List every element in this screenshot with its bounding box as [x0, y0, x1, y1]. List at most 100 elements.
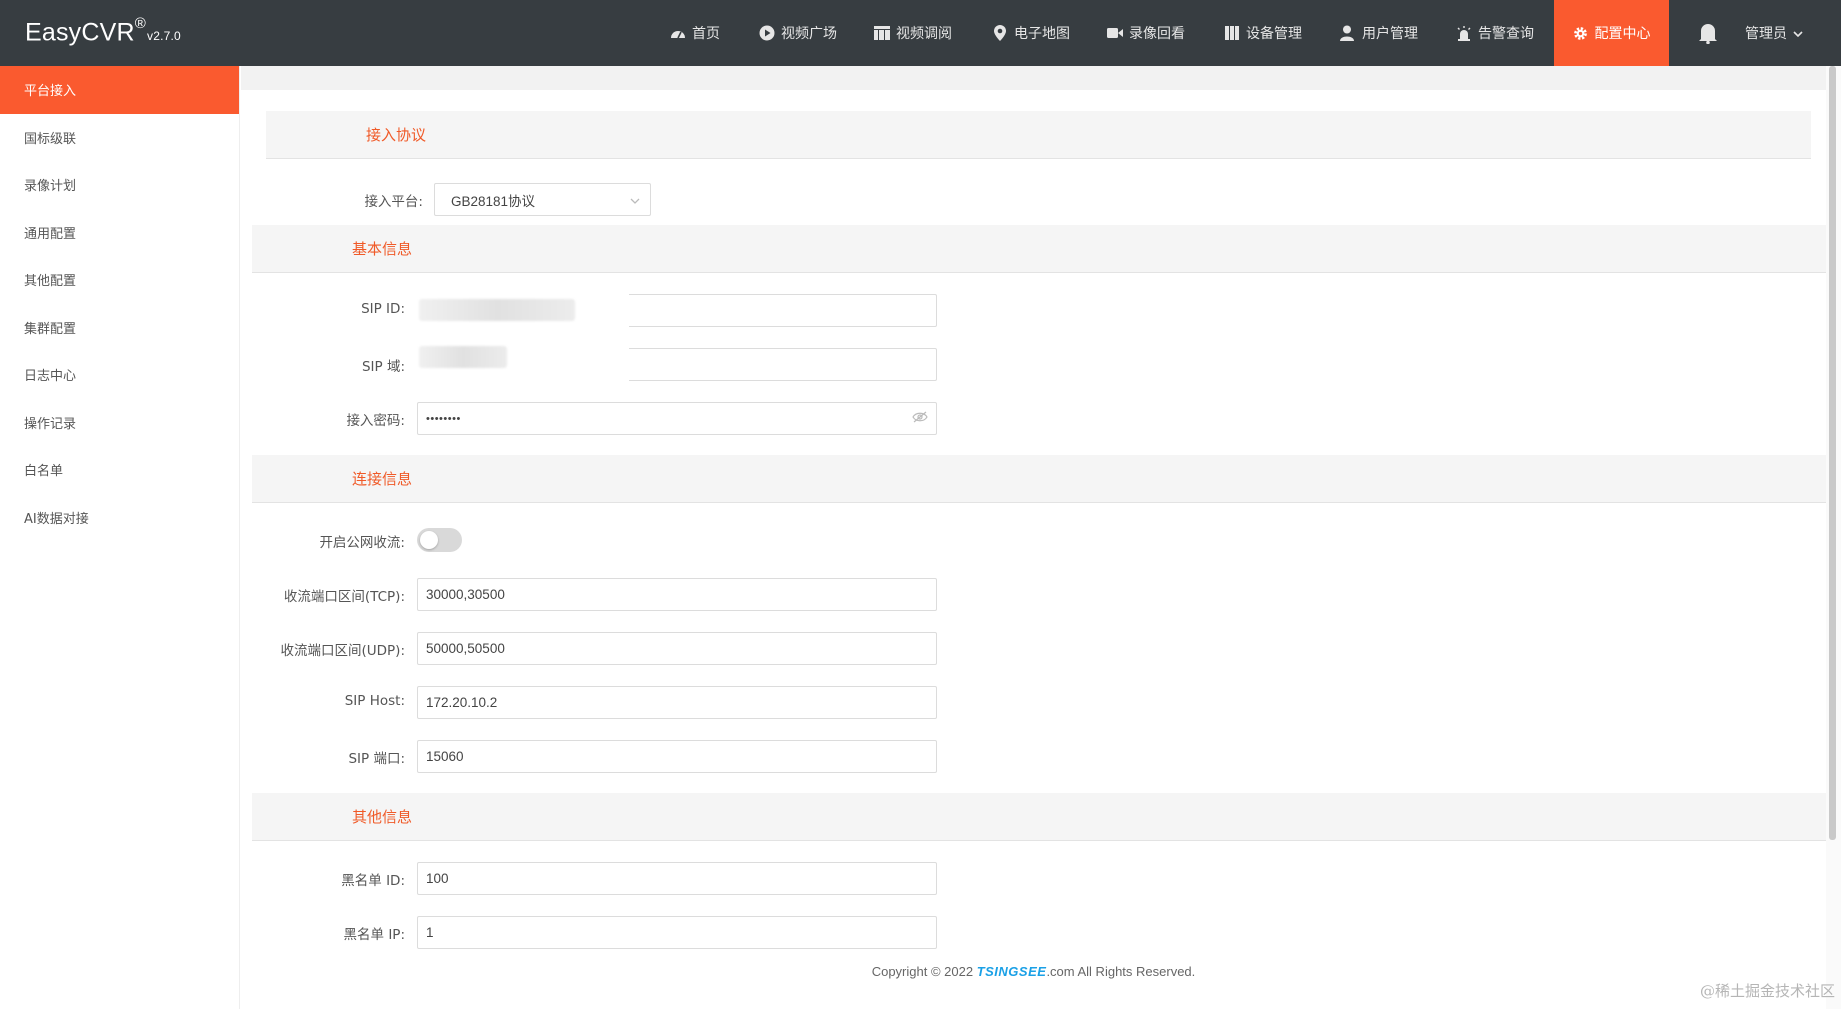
- sip-port-value: 15060: [426, 749, 464, 764]
- grid-icon: [874, 25, 890, 41]
- sidebar-item-platform-access[interactable]: 平台接入: [0, 66, 239, 114]
- sidebar-item-label: 国标级联: [24, 131, 77, 147]
- tcp-range-value: 30000,30500: [426, 587, 505, 602]
- sidebar-item-cluster-config[interactable]: 集群配置: [0, 304, 239, 352]
- nav-config-center[interactable]: 配置中心: [1554, 0, 1669, 66]
- sidebar-item-log-center[interactable]: 日志中心: [0, 351, 239, 399]
- sidebar-item-general-config[interactable]: 通用配置: [0, 209, 239, 257]
- footer-brand-logo[interactable]: TSINGSEE: [977, 964, 1047, 979]
- play-icon: [759, 25, 775, 41]
- redacted-value: [419, 346, 507, 368]
- blacklist-id-label: 黑名单 ID:: [341, 873, 405, 889]
- sidebar-item-operation-log[interactable]: 操作记录: [0, 399, 239, 447]
- sidebar-item-whitelist[interactable]: 白名单: [0, 446, 239, 494]
- sidebar-item-recording-plan[interactable]: 录像计划: [0, 161, 239, 209]
- nav-map-label: 电子地图: [1014, 26, 1070, 42]
- platform-value: GB28181协议: [451, 193, 536, 209]
- sidebar-item-ai-data[interactable]: AI数据对接: [0, 494, 239, 542]
- user-menu[interactable]: 管理员: [1745, 0, 1803, 66]
- app-logo[interactable]: EasyCVR®v2.7.0: [25, 15, 181, 47]
- sip-port-input[interactable]: 15060: [417, 740, 937, 773]
- platform-label: 接入平台:: [364, 194, 423, 210]
- nav-alarm-query-label: 告警查询: [1478, 26, 1534, 42]
- section-title: 其他信息: [352, 808, 413, 826]
- nav-video-square-label: 视频广场: [781, 26, 837, 42]
- footer: Copyright © 2022 TSINGSEE.com All Rights…: [241, 964, 1826, 979]
- registered-mark: ®: [134, 15, 147, 32]
- footer-rights: .com All Rights Reserved.: [1046, 964, 1196, 979]
- sidebar-item-label: 其他配置: [24, 274, 77, 290]
- sip-port-label: SIP 端口:: [348, 751, 405, 767]
- alarm-icon: [1456, 25, 1472, 41]
- eye-off-icon[interactable]: [912, 411, 928, 426]
- chevron-down-icon: [630, 192, 640, 207]
- section-title: 接入协议: [366, 126, 427, 144]
- top-navbar: EasyCVR®v2.7.0 首页 视频广场 视频调阅 电子地图 录像回看 设备…: [0, 0, 1841, 66]
- password-value: ••••••••: [426, 412, 461, 425]
- sidebar-item-label: 集群配置: [24, 321, 77, 337]
- blacklist-ip-input[interactable]: 1: [417, 916, 937, 949]
- gear-icon: [1573, 25, 1589, 41]
- sidebar-item-label: 操作记录: [24, 416, 77, 432]
- nav-video-square[interactable]: 视频广场: [759, 0, 837, 66]
- redacted-value: [419, 299, 575, 321]
- sidebar-item-label: AI数据对接: [24, 511, 89, 527]
- blacklist-id-input[interactable]: 100: [417, 862, 937, 895]
- nav-home[interactable]: 首页: [670, 0, 720, 66]
- map-pin-icon: [992, 25, 1008, 41]
- section-basic: 基本信息: [252, 225, 1826, 273]
- sidebar-item-other-config[interactable]: 其他配置: [0, 256, 239, 304]
- app-version: v2.7.0: [147, 29, 181, 44]
- section-protocol: 接入协议: [266, 111, 1811, 159]
- udp-range-input[interactable]: 50000,50500: [417, 632, 937, 665]
- video-camera-icon: [1107, 25, 1123, 41]
- sidebar-item-label: 平台接入: [24, 84, 77, 100]
- nav-home-label: 首页: [692, 26, 720, 42]
- toggle-knob: [420, 531, 438, 549]
- nav-video-review-label: 视频调阅: [896, 26, 952, 42]
- blacklist-ip-label: 黑名单 IP:: [343, 927, 405, 943]
- nav-user-management[interactable]: 用户管理: [1340, 0, 1418, 66]
- sidebar-item-label: 录像计划: [24, 179, 77, 195]
- nav-alarm-query[interactable]: 告警查询: [1456, 0, 1534, 66]
- public-stream-toggle[interactable]: [417, 528, 462, 552]
- sidebar: 平台接入 国标级联 录像计划 通用配置 其他配置 集群配置 日志中心 操作记录 …: [0, 66, 240, 1009]
- sip-host-label: SIP Host:: [344, 693, 405, 709]
- sidebar-item-label: 通用配置: [24, 226, 77, 242]
- main-content: 接入协议 接入平台: GB28181协议 基本信息 SIP ID: SIP 域:…: [241, 66, 1826, 1009]
- scrollbar[interactable]: [1829, 66, 1836, 840]
- sip-host-input[interactable]: 172.20.10.2: [417, 686, 937, 719]
- blacklist-id-value: 100: [426, 871, 449, 886]
- device-icon: [1224, 25, 1240, 41]
- top-strip: [241, 66, 1826, 90]
- sip-domain-label: SIP 域:: [361, 359, 405, 375]
- footer-copyright: Copyright © 2022: [871, 964, 977, 979]
- nav-playback[interactable]: 录像回看: [1107, 0, 1185, 66]
- tcp-range-label: 收流端口区间(TCP):: [283, 589, 405, 605]
- user-icon: [1340, 25, 1356, 41]
- public-stream-label: 开启公网收流:: [319, 535, 405, 551]
- app-name: EasyCVR: [25, 18, 135, 47]
- sidebar-item-label: 日志中心: [24, 369, 77, 385]
- nav-video-review[interactable]: 视频调阅: [874, 0, 952, 66]
- nav-config-center-label: 配置中心: [1594, 26, 1651, 42]
- section-title: 基本信息: [352, 240, 413, 258]
- watermark: @稀土掘金技术社区: [1699, 982, 1835, 1000]
- nav-device-management[interactable]: 设备管理: [1224, 0, 1302, 66]
- blacklist-ip-value: 1: [426, 925, 434, 940]
- section-other: 其他信息: [252, 793, 1826, 841]
- platform-select[interactable]: GB28181协议: [434, 183, 651, 216]
- password-label: 接入密码:: [346, 413, 405, 429]
- nav-playback-label: 录像回看: [1129, 26, 1185, 42]
- sip-id-label: SIP ID:: [361, 301, 405, 317]
- nav-user-management-label: 用户管理: [1362, 26, 1418, 42]
- nav-device-management-label: 设备管理: [1246, 26, 1302, 42]
- dashboard-icon: [670, 25, 686, 41]
- bell-icon[interactable]: [1698, 22, 1718, 45]
- password-input[interactable]: ••••••••: [417, 402, 937, 435]
- udp-range-value: 50000,50500: [426, 641, 505, 656]
- section-connection: 连接信息: [252, 455, 1826, 503]
- nav-map[interactable]: 电子地图: [992, 0, 1070, 66]
- sidebar-item-gb-cascade[interactable]: 国标级联: [0, 114, 239, 162]
- tcp-range-input[interactable]: 30000,30500: [417, 578, 937, 611]
